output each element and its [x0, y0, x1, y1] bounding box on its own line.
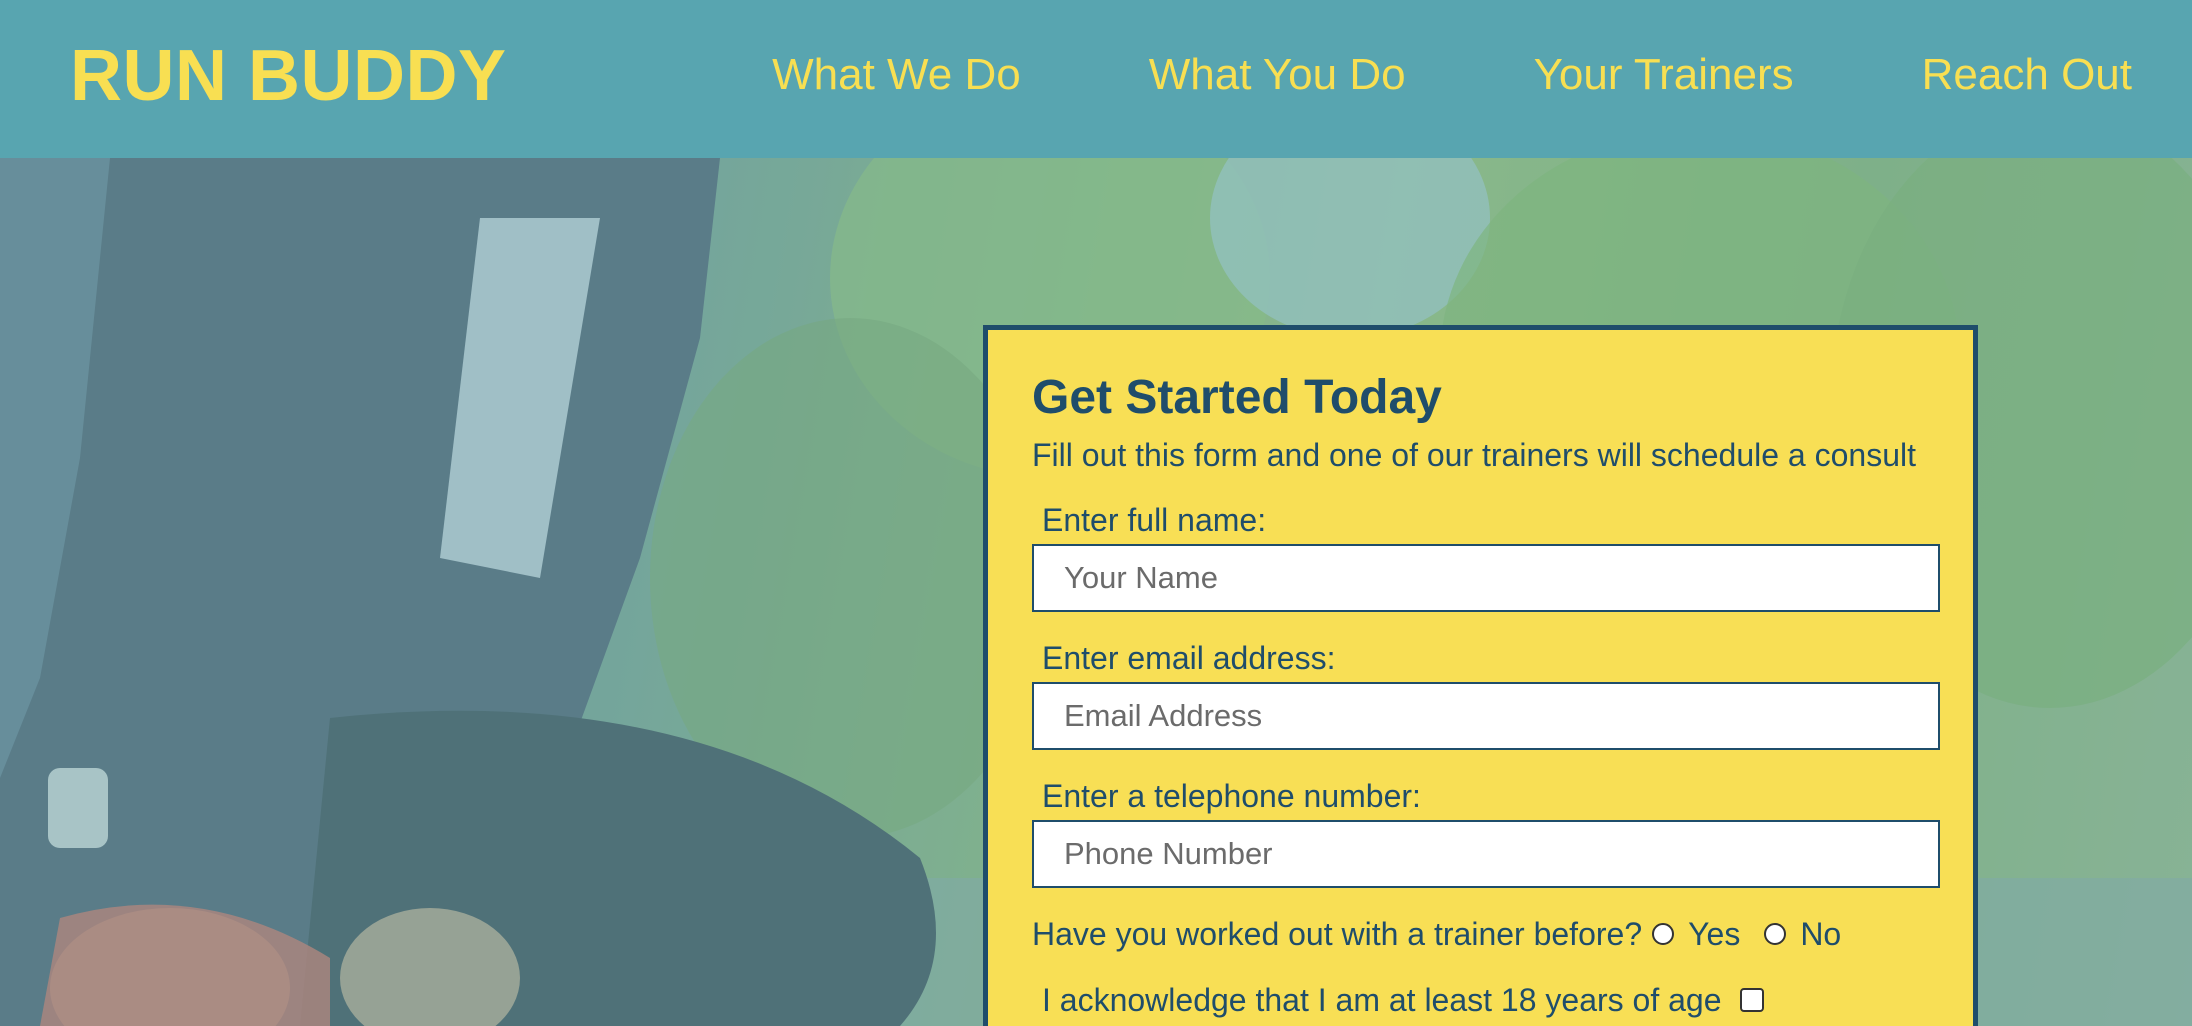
phone-input[interactable]: [1032, 820, 1940, 888]
trainer-question-row: Have you worked out with a trainer befor…: [1032, 914, 1929, 954]
nav-link-what-you-do[interactable]: What You Do: [1149, 42, 1406, 108]
site-logo[interactable]: RUN BUDDY: [70, 34, 507, 118]
email-label: Enter email address:: [1042, 640, 1336, 676]
email-input[interactable]: [1032, 682, 1940, 750]
radio-yes[interactable]: [1652, 923, 1675, 945]
nav-link-your-trainers[interactable]: Your Trainers: [1534, 42, 1794, 108]
name-input[interactable]: [1032, 544, 1940, 612]
nav-link-reach-out[interactable]: Reach Out: [1922, 42, 2132, 108]
radio-yes-label: Yes: [1688, 916, 1741, 952]
age-ack-label: I acknowledge that I am at least 18 year…: [1042, 982, 1722, 1018]
phone-label: Enter a telephone number:: [1042, 778, 1421, 814]
radio-no[interactable]: [1764, 923, 1787, 945]
form-title: Get Started Today: [1032, 371, 1442, 424]
age-ack-checkbox[interactable]: [1739, 988, 1764, 1012]
main-nav: What We Do What You Do Your Trainers Rea…: [772, 42, 2132, 108]
radio-no-label: No: [1800, 916, 1842, 952]
site-header: RUN BUDDY What We Do What You Do Your Tr…: [0, 0, 2192, 158]
trainer-question: Have you worked out with a trainer befor…: [1032, 916, 1643, 952]
form-subtitle: Fill out this form and one of our traine…: [1032, 437, 1916, 473]
nav-link-what-we-do[interactable]: What We Do: [772, 42, 1021, 108]
signup-form: Get Started Today Fill out this form and…: [983, 325, 1978, 1026]
page: RUN BUDDY What We Do What You Do Your Tr…: [0, 0, 2192, 1026]
name-label: Enter full name:: [1042, 502, 1267, 538]
age-ack-row: I acknowledge that I am at least 18 year…: [1042, 980, 1929, 1020]
